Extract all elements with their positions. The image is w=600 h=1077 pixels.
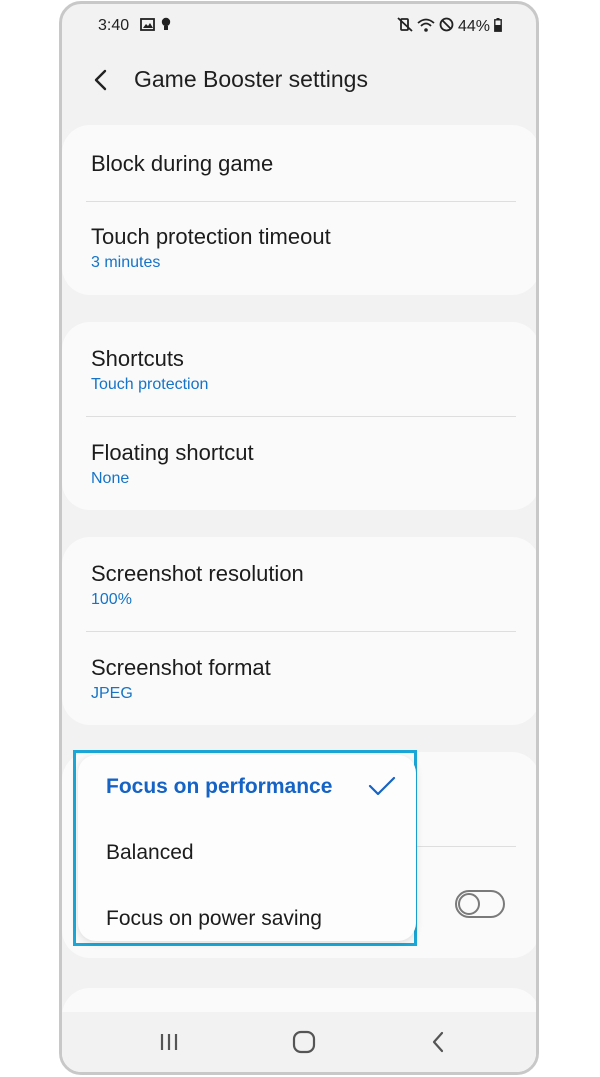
recents-icon: [160, 1034, 178, 1050]
toggle-switch[interactable]: [455, 890, 505, 918]
wifi-icon: [417, 18, 435, 37]
divider: [86, 631, 516, 632]
setting-item-screenshot-format[interactable]: Screenshot format JPEG: [91, 655, 536, 703]
back-nav-button[interactable]: [419, 1026, 459, 1058]
status-time: 3:40: [98, 17, 130, 34]
phone-frame: 3:40 44% Game Booster settings Block dur…: [59, 1, 539, 1075]
popup-option-balanced[interactable]: Balanced: [106, 841, 194, 865]
popup-option-focus-on-power-saving[interactable]: Focus on power saving: [106, 907, 322, 931]
setting-item-floating-shortcut[interactable]: Floating shortcut None: [91, 440, 536, 488]
chevron-left-icon: [94, 69, 107, 91]
settings-card-shortcuts: Shortcuts Touch protection Floating shor…: [62, 322, 536, 510]
setting-title: Screenshot format: [91, 655, 271, 680]
setting-title: Touch protection timeout: [91, 224, 331, 249]
performance-popup-menu: Focus on performance Balanced Focus on p…: [78, 755, 416, 941]
setting-value: JPEG: [91, 685, 133, 702]
setting-item-block-during-game[interactable]: Block during game: [91, 151, 536, 177]
back-nav-icon: [432, 1031, 444, 1053]
toggle-knob: [458, 893, 480, 915]
popup-option-label: Balanced: [106, 841, 194, 864]
navigation-bar: [62, 1012, 536, 1072]
battery-icon: [494, 17, 502, 37]
setting-value: 100%: [91, 591, 132, 608]
settings-card-screenshot: Screenshot resolution 100% Screenshot fo…: [62, 537, 536, 725]
status-right: 44%: [397, 17, 502, 37]
battery-percent: 44%: [457, 18, 490, 35]
setting-item-shortcuts[interactable]: Shortcuts Touch protection: [91, 346, 536, 394]
popup-option-label: Focus on performance: [106, 775, 333, 798]
divider: [86, 201, 516, 202]
status-left-icons: [140, 17, 171, 36]
image-icon: [140, 17, 155, 36]
settings-card-block: Block during game Touch protection timeo…: [62, 125, 536, 295]
home-icon: [292, 1030, 316, 1054]
divider: [86, 416, 516, 417]
mute-vibrate-icon: [397, 17, 413, 37]
back-button[interactable]: [88, 64, 116, 96]
setting-value: 3 minutes: [91, 254, 161, 271]
setting-item-touch-protection-timeout[interactable]: Touch protection timeout 3 minutes: [91, 224, 536, 272]
header: Game Booster settings: [62, 56, 536, 104]
setting-value: Touch protection: [91, 376, 209, 393]
setting-value: None: [91, 470, 130, 487]
setting-title: Shortcuts: [91, 346, 184, 371]
popup-option-label: Focus on power saving: [106, 907, 322, 930]
setting-title: Block during game: [91, 151, 274, 176]
page-title: Game Booster settings: [134, 66, 368, 92]
bulb-icon: [161, 17, 171, 36]
recents-button[interactable]: [149, 1026, 189, 1058]
setting-title: Screenshot resolution: [91, 561, 304, 586]
do-not-disturb-icon: [439, 17, 454, 37]
setting-item-screenshot-resolution[interactable]: Screenshot resolution 100%: [91, 561, 536, 609]
status-bar: 3:40 44%: [62, 4, 536, 48]
home-button[interactable]: [284, 1026, 324, 1058]
check-icon: [368, 775, 396, 802]
setting-title: Floating shortcut: [91, 440, 254, 465]
